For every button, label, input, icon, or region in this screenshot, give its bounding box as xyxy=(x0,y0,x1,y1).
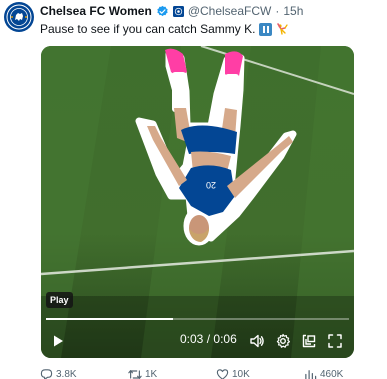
video-controls: 0:03 / 0:06 xyxy=(41,326,354,356)
time-readout: 0:03 / 0:06 xyxy=(180,332,237,346)
cartwheel-person-emoji-icon xyxy=(277,22,289,35)
volume-button[interactable] xyxy=(247,331,267,351)
views-button[interactable]: 460K xyxy=(304,368,343,379)
video-player[interactable]: 20 Play 0:03 / 0:06 xyxy=(41,46,354,358)
timestamp[interactable]: 15h xyxy=(283,4,303,18)
verified-badge-icon[interactable] xyxy=(156,5,169,18)
repost-button[interactable]: 1K xyxy=(128,368,157,379)
shirt-number: 20 xyxy=(206,180,216,190)
like-count: 10K xyxy=(232,369,250,379)
pause-emoji-icon xyxy=(259,22,273,36)
pip-button[interactable] xyxy=(299,331,319,351)
play-icon xyxy=(54,335,63,347)
picture-in-picture-icon xyxy=(302,334,316,348)
gear-icon xyxy=(276,333,290,348)
avatar[interactable] xyxy=(4,2,34,32)
handle[interactable]: @ChelseaFCW xyxy=(188,4,272,18)
tweet-body: Pause to see if you can catch Sammy K. xyxy=(40,22,256,36)
time-separator: / xyxy=(206,332,211,346)
view-count: 460K xyxy=(320,369,344,379)
reply-button[interactable]: 3.8K xyxy=(40,368,77,379)
progress-bar[interactable] xyxy=(46,318,349,320)
play-button[interactable] xyxy=(48,331,68,351)
tweet-header: Chelsea FC Women @ChelseaFCW · 15h xyxy=(40,3,303,19)
current-time: 0:03 xyxy=(180,332,204,346)
like-button[interactable]: 10K xyxy=(216,368,250,379)
tweet-text: Pause to see if you can catch Sammy K. xyxy=(40,21,289,37)
reply-icon xyxy=(40,369,53,379)
heart-icon xyxy=(216,369,229,379)
chelsea-crest-icon xyxy=(6,4,32,30)
tweet[interactable]: Chelsea FC Women @ChelseaFCW · 15h Pause… xyxy=(0,0,387,379)
display-name[interactable]: Chelsea FC Women xyxy=(40,4,152,18)
play-tooltip: Play xyxy=(46,292,73,308)
views-chart-icon xyxy=(305,370,317,379)
tweet-actions: 3.8K 1K 10K 460K xyxy=(40,368,360,379)
repost-icon xyxy=(128,369,142,379)
repost-count: 1K xyxy=(145,369,158,379)
progress-fill xyxy=(46,318,174,320)
video-frame: 20 xyxy=(41,46,354,358)
fullscreen-button[interactable] xyxy=(325,331,345,351)
separator-dot: · xyxy=(275,4,280,18)
volume-icon xyxy=(250,334,264,348)
affiliate-badge-icon[interactable] xyxy=(172,5,184,17)
duration: 0:06 xyxy=(213,332,237,346)
fullscreen-icon xyxy=(328,334,342,348)
reply-count: 3.8K xyxy=(56,369,77,379)
settings-button[interactable] xyxy=(273,331,293,351)
